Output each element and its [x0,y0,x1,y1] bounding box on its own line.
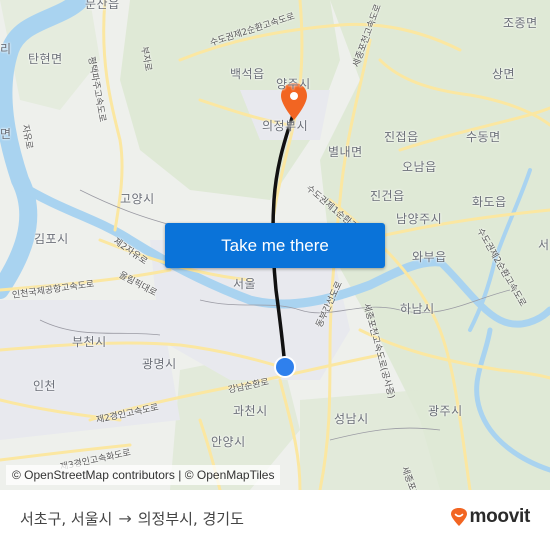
footer-bar: 서초구, 서울시 → 의정부시, 경기도 moovit [0,490,550,550]
place-label: 상면 [492,67,516,81]
take-me-there-button[interactable]: Take me there [165,223,385,268]
place-label: 양주시 [276,77,311,91]
destination-label: 의정부시, 경기도 [137,510,244,528]
place-label: 오남읍 [402,160,437,174]
place-label: 수동면 [466,130,501,144]
place-label: 안양시 [211,435,246,449]
place-label: 조종면 [503,16,538,30]
arrow-right-icon: → [118,509,132,528]
place-label: 면 [0,127,12,141]
place-label: 과천시 [233,404,268,418]
origin-marker[interactable] [274,356,296,378]
place-label: 탄현면 [28,52,63,66]
place-label: 화도읍 [472,195,507,209]
place-label: 인천 [33,379,57,393]
place-label: 하남시 [400,302,435,316]
place-label: 별내면 [328,145,363,159]
place-label: 문산읍 [85,0,120,11]
moovit-pin-icon [450,508,467,526]
place-label: 와부읍 [412,250,447,264]
place-label: 부천시 [72,335,107,349]
place-label: 리 [0,42,12,56]
brand-name: moovit [469,506,531,527]
place-label: 광명시 [142,357,177,371]
place-label: 의정부시 [262,119,309,133]
place-label: 진건읍 [370,189,405,203]
place-label: 성남시 [334,412,369,426]
moovit-logo: moovit [450,506,530,528]
map-attribution[interactable]: © OpenStreetMap contributors | © OpenMap… [6,465,281,485]
place-label: 백석읍 [230,67,265,81]
map-canvas[interactable]: 탄현면 조종면상면 백석읍양주시의정부시진접읍 수동면별내면오남읍고양시 진건읍 화도읍남… [0,0,550,490]
place-label: 고양시 [120,192,155,206]
place-label: 서울 [233,277,257,291]
place-label: 진접읍 [384,130,419,144]
place-label: 서 [538,238,550,252]
route-summary: 서초구, 서울시 → 의정부시, 경기도 [20,508,244,529]
origin-label: 서초구, 서울시 [20,510,113,528]
place-label: 김포시 [34,232,69,246]
place-label: 남양주시 [396,212,443,226]
place-label: 광주시 [428,404,463,418]
